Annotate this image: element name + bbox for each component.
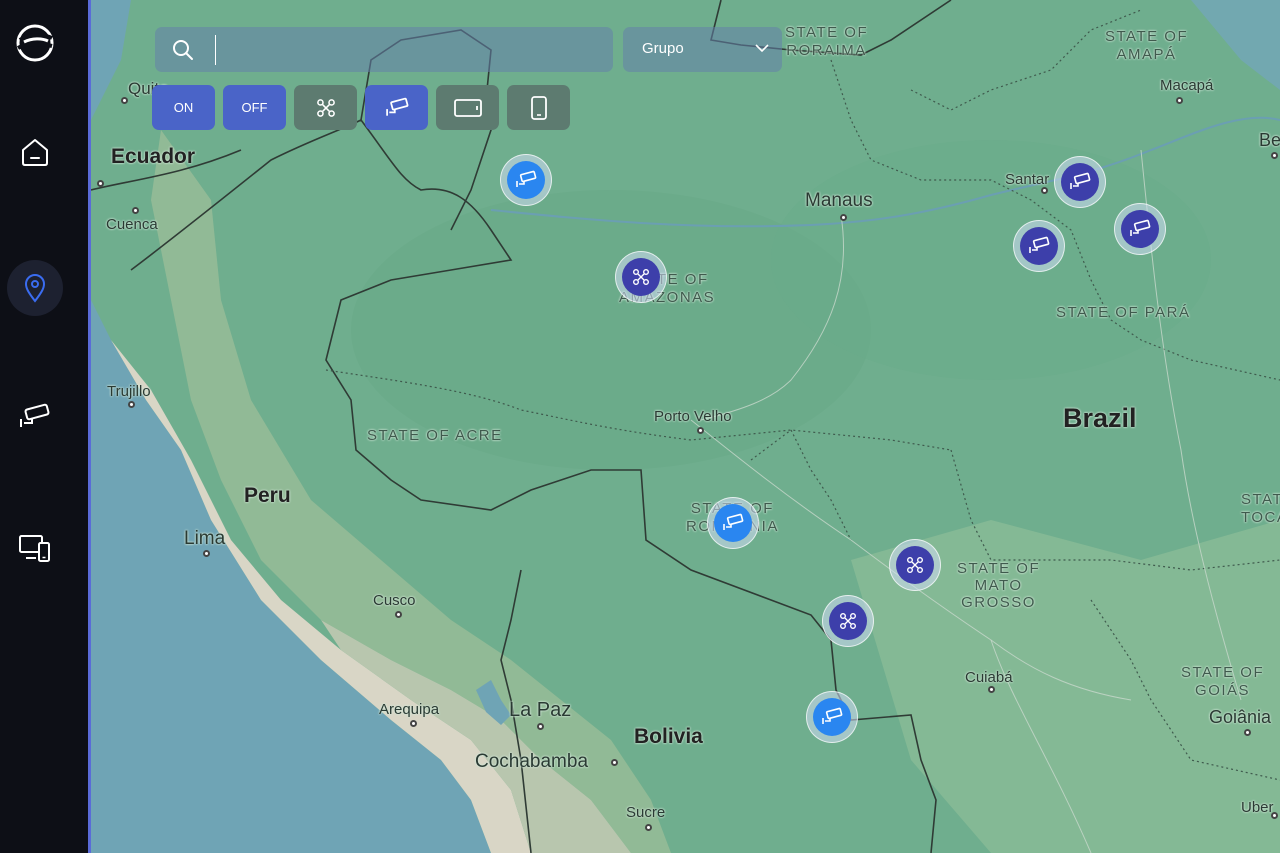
search-icon: [173, 40, 193, 60]
map-label-state-mato-grosso: STATE OF MATO GROSSO: [957, 560, 1041, 611]
city-dot-porto-velho: [697, 427, 704, 434]
camera-icon: [822, 707, 843, 724]
map-label-state-roraima: STATE OF RORAIMA: [785, 24, 869, 59]
drone-icon: [633, 269, 649, 285]
map-marker-camera[interactable]: [1013, 220, 1065, 272]
city-dot-macapa: [1176, 97, 1183, 104]
map-label-cochabamba: Cochabamba: [475, 751, 589, 772]
city-dot-sucre: [645, 824, 652, 831]
sidebar-item-devices[interactable]: [7, 520, 63, 576]
camera-icon: [20, 403, 50, 427]
map-label-trujillo: Trujillo: [107, 383, 151, 400]
city-dot-santarem: [1041, 187, 1048, 194]
tablet-icon: [453, 98, 482, 117]
search-bar: [155, 27, 613, 72]
map-marker-drone[interactable]: [615, 251, 667, 303]
city-dot-lima: [203, 550, 210, 557]
map-marker-camera[interactable]: [707, 497, 759, 549]
sidebar: [0, 0, 88, 853]
city-dot-cusco: [395, 611, 402, 618]
map-label-lima: Lima: [184, 528, 226, 549]
city-dot-cochabamba: [611, 759, 618, 766]
map-label-sucre: Sucre: [626, 804, 666, 821]
map-marker-camera[interactable]: [500, 154, 552, 206]
home-icon: [22, 139, 48, 166]
map-label-state-acre: STATE OF ACRE: [367, 427, 503, 444]
camera-icon: [385, 97, 408, 116]
filter-camera-button[interactable]: [365, 85, 428, 130]
map-label-ecuador: Ecuador: [111, 145, 196, 168]
filter-on-button[interactable]: ON: [152, 85, 215, 130]
map-label-peru: Peru: [244, 484, 291, 507]
map-label-cusco: Cusco: [373, 592, 416, 609]
map-label-brazil: Brazil: [1063, 403, 1137, 433]
camera-icon: [723, 513, 744, 530]
map-marker-camera[interactable]: [1114, 203, 1166, 255]
group-select-value: Grupo: [642, 40, 684, 57]
city-dot-arequipa: [410, 720, 417, 727]
map-label-cuiaba: Cuiabá: [965, 669, 1013, 686]
map-label-santarem: Santar: [1005, 171, 1050, 188]
map-label-cuenca: Cuenca: [106, 216, 158, 233]
city-dot-quito: [121, 97, 128, 104]
filter-off-button[interactable]: OFF: [223, 85, 286, 130]
map-label-state-amapa: STATE OF AMAPÁ: [1105, 28, 1189, 63]
search-input[interactable]: [215, 35, 602, 65]
map-label-state-goias: STATE OF GOIÁS: [1181, 664, 1265, 699]
sidebar-item-home[interactable]: [7, 124, 63, 180]
group-select[interactable]: Grupo: [623, 27, 782, 72]
phone-icon: [530, 95, 547, 120]
map-label-belem: Bele: [1259, 130, 1280, 150]
city-dot-cuenca: [132, 207, 139, 214]
map-label-la-paz: La Paz: [509, 699, 572, 721]
camera-icon: [516, 170, 537, 187]
drone-icon: [316, 98, 335, 117]
city-dot-goiania: [1244, 729, 1251, 736]
map-label-bolivia: Bolivia: [634, 725, 703, 748]
city-dot-cuiaba: [988, 686, 995, 693]
map-label-manaus: Manaus: [805, 190, 873, 211]
filter-phone-button[interactable]: [507, 85, 570, 130]
app-logo[interactable]: [14, 22, 56, 64]
map-label-arequipa: Arequipa: [379, 701, 440, 718]
map-pin-icon: [24, 274, 46, 303]
map-marker-drone[interactable]: [822, 595, 874, 647]
map-marker-drone[interactable]: [889, 539, 941, 591]
camera-icon: [1130, 219, 1151, 236]
city-dot-belem: [1271, 152, 1278, 159]
filter-drone-button[interactable]: [294, 85, 357, 130]
chevron-down-icon: [755, 44, 769, 53]
drone-icon: [907, 557, 923, 573]
camera-icon: [1070, 172, 1091, 189]
sidebar-item-map[interactable]: [7, 260, 63, 316]
map-label-goiania: Goiânia: [1209, 707, 1272, 727]
drone-icon: [840, 613, 856, 629]
map-marker-camera[interactable]: [1054, 156, 1106, 208]
filter-tablet-button[interactable]: [436, 85, 499, 130]
city-dot-ecuador-west: [97, 180, 104, 187]
camera-icon: [1029, 236, 1050, 253]
sidebar-item-cameras[interactable]: [7, 388, 63, 444]
map-label-uberlandia: Uber: [1241, 799, 1274, 816]
map-label-state-para: STATE OF PARÁ: [1056, 304, 1191, 321]
city-dot-la-paz: [537, 723, 544, 730]
map-marker-camera[interactable]: [806, 691, 858, 743]
city-dot-manaus: [840, 214, 847, 221]
devices-icon: [19, 535, 50, 562]
map-label-state-tocantins: STAT TOCA: [1241, 491, 1280, 526]
city-dot-trujillo: [128, 401, 135, 408]
map-label-porto-velho: Porto Velho: [654, 408, 732, 425]
map-label-macapa: Macapá: [1160, 77, 1214, 94]
